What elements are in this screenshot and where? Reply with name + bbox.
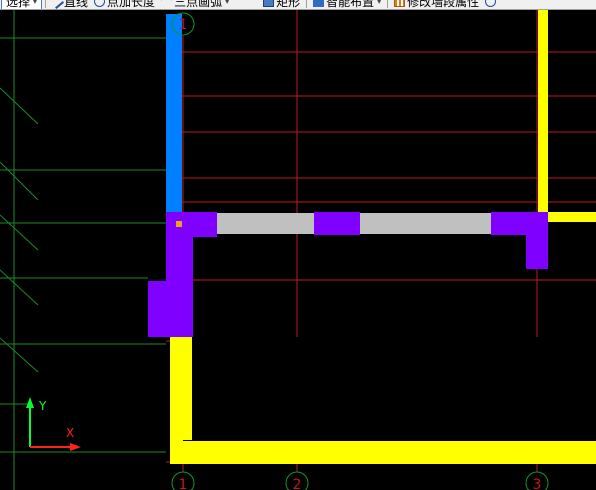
column xyxy=(314,212,360,235)
draw-toolbar: 选择 ▾ 直线 点加长度 三点画弧 ▾ 矩形 智能布置 ▾ 修改墙段属性 xyxy=(0,0,596,10)
toolbar-separator xyxy=(387,0,389,8)
arc-mode-dropdown[interactable]: 三点画弧 ▾ xyxy=(158,0,260,9)
toolbar-row: 选择 ▾ 直线 点加长度 三点画弧 ▾ 矩形 智能布置 ▾ 修改墙段属性 xyxy=(0,0,501,9)
grip-point[interactable] xyxy=(176,221,182,227)
arc-icon xyxy=(161,0,172,7)
point-length-label: 点加长度 xyxy=(107,0,156,9)
select-button[interactable]: 选择 ▾ xyxy=(1,0,43,9)
toolbar-separator xyxy=(306,0,308,8)
wall-segment xyxy=(538,10,548,212)
wall-divider xyxy=(183,440,596,441)
column xyxy=(526,212,548,269)
select-label: 选择 xyxy=(6,0,31,9)
modify-wall-attributes-label: 修改墙段属性 xyxy=(407,0,480,9)
blue-column xyxy=(166,14,182,223)
wall-attributes-icon xyxy=(394,0,406,7)
wall-segment xyxy=(183,337,192,441)
ucs-x-label: X xyxy=(66,426,74,440)
axis-label-2: 2 xyxy=(293,477,302,490)
point-length-button[interactable]: 点加长度 xyxy=(91,0,158,9)
column xyxy=(148,281,193,337)
wall-segment xyxy=(170,440,596,464)
line-label: 直线 xyxy=(64,0,89,9)
top-axis-label-1: 1 xyxy=(179,17,188,33)
wall-inner-cutout xyxy=(192,337,596,440)
point-length-icon xyxy=(94,0,106,7)
line-button[interactable]: 直线 xyxy=(49,0,91,9)
smart-layout-label: 智能布置 xyxy=(326,0,375,9)
smart-layout-button[interactable]: 智能布置 ▾ xyxy=(310,0,384,9)
arc-label: 三点画弧 xyxy=(174,0,223,9)
smart-layout-caret[interactable]: ▾ xyxy=(377,0,381,6)
toolbar-separator xyxy=(45,0,47,8)
select-dropdown-caret[interactable]: ▾ xyxy=(33,0,37,6)
query-button[interactable] xyxy=(482,0,501,7)
axis-label-3: 3 xyxy=(533,477,542,490)
rectangle-label: 矩形 xyxy=(276,0,301,9)
line-icon xyxy=(49,0,65,9)
cad-application: 选择 ▾ 直线 点加长度 三点画弧 ▾ 矩形 智能布置 ▾ 修改墙段属性 1 1… xyxy=(0,0,596,490)
rectangle-button[interactable]: 矩形 xyxy=(260,0,303,9)
smart-layout-icon xyxy=(313,0,325,7)
modify-wall-attributes-button[interactable]: 修改墙段属性 xyxy=(391,0,482,9)
wall-segment xyxy=(548,212,596,222)
rectangle-icon xyxy=(263,0,275,7)
drawing-canvas[interactable]: 1 1 2 3 Y X xyxy=(0,10,596,490)
arc-dropdown-caret[interactable]: ▾ xyxy=(225,0,229,6)
axis-label-1: 1 xyxy=(179,477,188,490)
ucs-y-label: Y xyxy=(38,399,47,413)
magnifier-icon xyxy=(485,0,497,7)
